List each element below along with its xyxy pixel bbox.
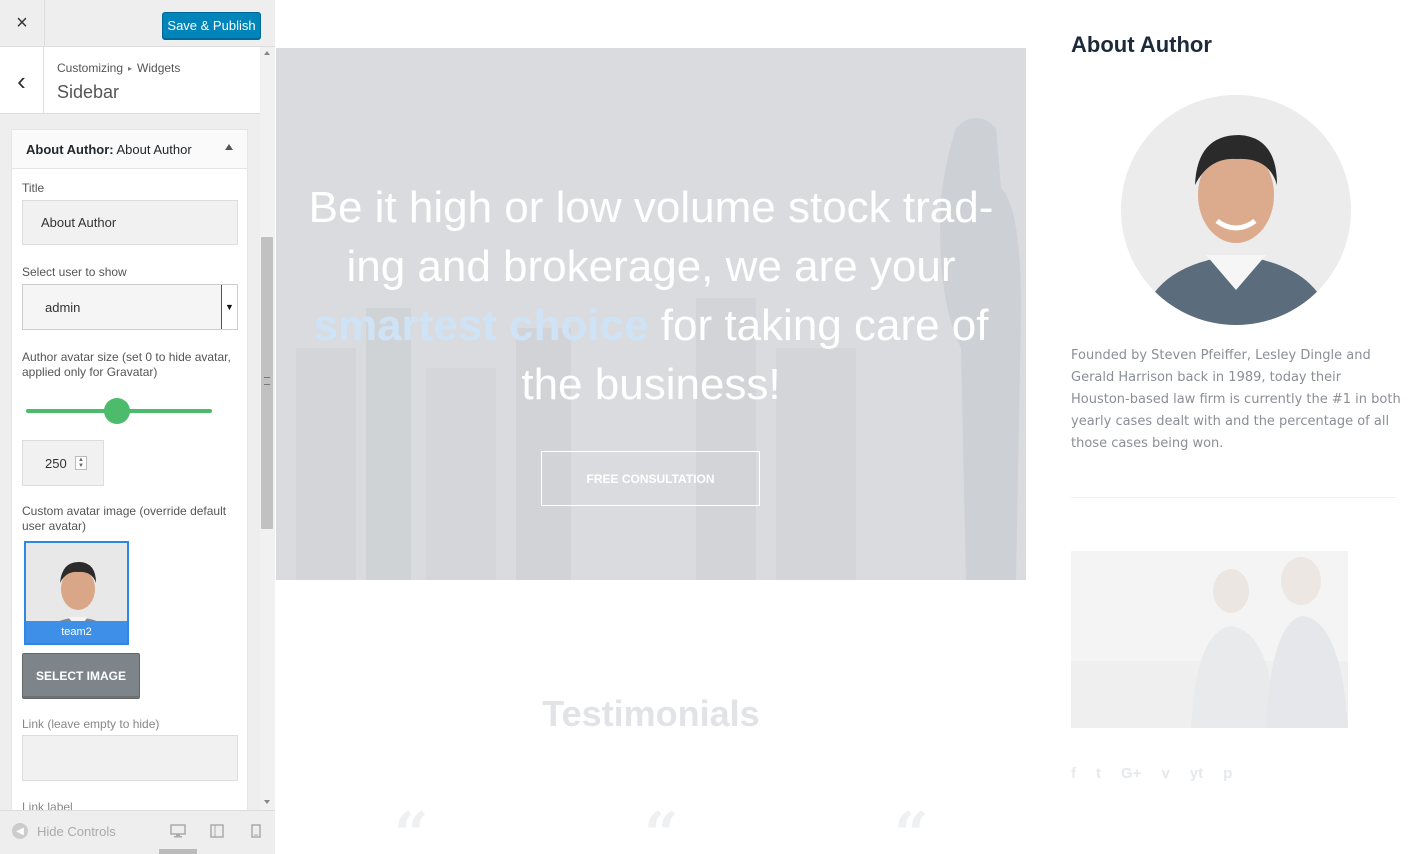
customizer-panel: × Save & Publish ‹ Customizing ▸ Widgets S… (0, 0, 275, 854)
author-bio: Founded by Steven Pfeiffer, Lesley Dingl… (1071, 348, 1401, 451)
avatar-size-label: Author avatar size (set 0 to hide avatar… (22, 350, 231, 379)
tablet-preview-icon[interactable] (209, 824, 225, 838)
author-avatar (1121, 95, 1351, 325)
collapse-arrow-icon[interactable] (225, 144, 233, 150)
site-preview[interactable]: Be it high or low volume stock trad-ing … (276, 0, 1419, 854)
widget-type: About Author: (26, 142, 114, 157)
breadcrumb-separator-icon: ▸ (128, 64, 133, 73)
customizer-scrollbar[interactable] (260, 47, 275, 810)
avatar-size-value: 250 (45, 455, 67, 471)
divider (1071, 497, 1396, 498)
save-publish-button[interactable]: Save & Publish (162, 12, 261, 39)
hero-highlight: smartest choice (313, 301, 649, 350)
device-indicator (159, 849, 197, 854)
widget-name: About Author (116, 142, 192, 157)
breadcrumb-current: Widgets (137, 61, 181, 75)
hide-controls-label: Hide Controls (37, 823, 116, 839)
hide-controls-button[interactable]: ◀ Hide Controls (12, 823, 116, 839)
custom-avatar-label: Custom avatar image (override default us… (22, 504, 227, 533)
sidebar-widget-title: About Author (1071, 32, 1212, 57)
close-customizer-button[interactable]: × (0, 0, 45, 47)
hero-text-start: Be it high or low volume stock trad-ing … (308, 183, 994, 291)
chevron-down-icon: ▼ (221, 285, 237, 329)
scroll-down-icon[interactable] (264, 800, 270, 804)
social-links: f t G+ v yt p (1071, 765, 1232, 782)
collapse-icon: ◀ (12, 823, 28, 839)
customizer-scroll-area[interactable]: ‹ Customizing ▸ Widgets Sidebar About Auth… (0, 47, 260, 810)
section-title: Sidebar (57, 82, 120, 102)
section-header: ‹ Customizing ▸ Widgets Sidebar (0, 47, 260, 114)
business-meeting-image (1071, 551, 1348, 728)
facebook-icon[interactable]: f (1071, 765, 1076, 782)
grip-icon (264, 377, 270, 385)
user-select-label: Select user to show (22, 265, 127, 279)
widget-header[interactable]: About Author: About Author (12, 130, 247, 169)
back-button[interactable]: ‹ (0, 47, 44, 114)
youtube-icon[interactable]: yt (1190, 765, 1203, 782)
hero-headline: Be it high or low volume stock trad-ing … (286, 178, 1016, 414)
scroll-up-icon[interactable] (264, 51, 270, 55)
customizer-footer: ◀ Hide Controls (0, 810, 275, 854)
scrollbar-thumb[interactable] (261, 237, 273, 529)
mobile-preview-icon[interactable] (248, 824, 264, 838)
desktop-preview-icon[interactable] (170, 824, 186, 838)
custom-avatar-thumbnail[interactable]: team2 (24, 541, 129, 645)
author-portrait-icon (1121, 95, 1351, 325)
quote-icon: “ (644, 800, 679, 854)
title-field[interactable]: About Author (22, 200, 238, 245)
pinterest-icon[interactable]: p (1223, 765, 1232, 782)
twitter-icon[interactable]: t (1096, 765, 1101, 782)
widget-title: About Author: About Author (26, 142, 192, 157)
title-label: Title (22, 181, 45, 195)
avatar-caption: team2 (26, 621, 127, 643)
select-image-button[interactable]: SELECT IMAGE (22, 653, 140, 699)
user-select[interactable]: admin ▼ (22, 284, 238, 330)
customizer-header: × Save & Publish (0, 0, 275, 47)
link-field[interactable] (22, 735, 238, 781)
quote-icon: “ (894, 800, 929, 854)
vimeo-icon[interactable]: v (1161, 765, 1169, 782)
avatar-size-input[interactable]: 250 ▲ ▼ (22, 440, 104, 486)
number-spinner-icon[interactable]: ▲ ▼ (75, 456, 87, 470)
testimonials-heading: Testimonials (542, 693, 760, 734)
link-text-label: Link label (22, 800, 73, 810)
close-icon: × (16, 12, 28, 34)
breadcrumb: Customizing ▸ Widgets (57, 61, 180, 75)
quote-icon: “ (394, 800, 429, 854)
link-label: Link (leave empty to hide) (22, 717, 160, 731)
user-select-value: admin (45, 299, 81, 315)
breadcrumb-root: Customizing (57, 61, 124, 75)
office-image (1071, 551, 1348, 728)
hero-section: Be it high or low volume stock trad-ing … (276, 48, 1026, 580)
avatar-size-slider-handle[interactable] (104, 398, 130, 424)
google-plus-icon[interactable]: G+ (1121, 765, 1141, 782)
chevron-left-icon: ‹ (17, 65, 26, 96)
about-author-widget: About Author: About Author Title About A… (11, 129, 248, 810)
free-consultation-button[interactable]: FREE CONSULTATION (541, 451, 760, 506)
